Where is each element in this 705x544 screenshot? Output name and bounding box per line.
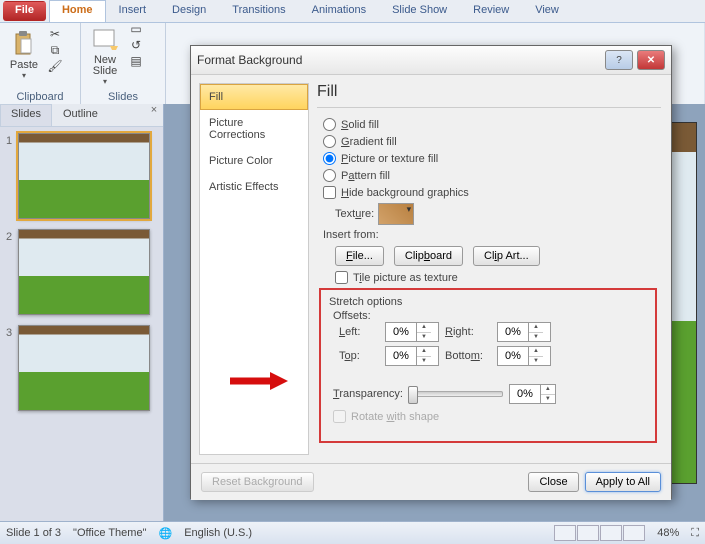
group-slides-label: Slides [85,89,161,103]
insert-from-label: Insert from: [323,229,661,241]
tab-slideshow[interactable]: Slide Show [379,0,460,22]
transparency-value[interactable]: ▲▼ [509,384,556,404]
texture-label: Texture: [335,208,374,220]
section-heading: Fill [317,83,661,108]
opt-pattern-fill[interactable]: Pattern fill [323,169,661,182]
tab-view[interactable]: View [522,0,572,22]
opt-tile[interactable]: Tile picture as texture [335,271,661,284]
section-icon[interactable]: ▤ [128,54,144,68]
offset-bottom[interactable]: ▲▼ [497,346,551,366]
tab-home[interactable]: Home [49,0,106,22]
status-theme: "Office Theme" [73,527,146,539]
fit-icon[interactable]: ⛶ [691,527,699,540]
status-slide: Slide 1 of 3 [6,527,61,539]
nav-slides[interactable]: Slides [0,104,52,126]
help-button[interactable]: ? [605,50,633,70]
transparency-slider[interactable] [409,391,503,397]
cat-artistic-effects[interactable]: Artistic Effects [200,174,308,200]
offsets-label: Offsets: [333,310,647,322]
cat-picture-color[interactable]: Picture Color [200,148,308,174]
opt-hide-bg[interactable]: Hide background graphics [323,186,661,199]
opt-solid-fill[interactable]: SSolid fillolid fill [323,118,661,131]
offset-right[interactable]: ▲▼ [497,322,551,342]
opt-rotate-with-shape: Rotate with shape [333,410,647,423]
offset-left[interactable]: ▲▼ [385,322,439,342]
status-lang-icon: 🌐 [158,527,172,540]
group-clipboard-label: Clipboard [4,89,76,103]
format-background-dialog: Format Background ? ✕ Fill Picture Corre… [190,45,672,499]
tab-animations[interactable]: Animations [299,0,379,22]
new-slide-button[interactable]: New Slide [85,20,125,89]
tab-transitions[interactable]: Transitions [219,0,298,22]
slide-thumb-3[interactable]: 3 [6,325,157,411]
offset-top[interactable]: ▲▼ [385,346,439,366]
layout-icon[interactable]: ▭ [128,22,144,36]
status-lang: English (U.S.) [184,527,252,539]
stretch-options-highlight: Stretch options Offsets: Left: ▲▼ Right:… [319,288,657,443]
view-buttons[interactable] [554,525,645,541]
texture-picker[interactable] [378,203,414,225]
tab-review[interactable]: Review [460,0,522,22]
reset-background-button: Reset Background [201,472,314,492]
reset-icon[interactable]: ↺ [128,38,144,52]
tab-file[interactable]: File [3,1,46,21]
insert-file-button[interactable]: File... [335,246,384,266]
status-bar: Slide 1 of 3 "Office Theme" 🌐 English (U… [0,521,705,544]
copy-icon[interactable]: ⧉ [47,43,63,57]
stretch-legend: Stretch options [329,296,647,308]
close-dialog-button[interactable]: Close [528,472,578,492]
tab-insert[interactable]: Insert [106,0,160,22]
annotation-arrow-icon [228,370,288,392]
dialog-categories: Fill Picture Corrections Picture Color A… [199,83,309,455]
format-painter-icon[interactable]: 🖌 [47,59,63,73]
status-zoom: 48% [657,527,679,539]
insert-clipboard-button[interactable]: Clipboard [394,246,463,266]
insert-clipart-button[interactable]: Clip Art... [473,246,540,266]
opt-gradient-fill[interactable]: Gradient fill [323,135,661,148]
opt-picture-texture-fill[interactable]: Picture or texture fill [323,152,661,165]
new-slide-icon [89,23,121,55]
cut-icon[interactable]: ✂ [47,27,63,41]
apply-to-all-button[interactable]: Apply to All [585,472,661,492]
slides-panel: Slides Outline × 1 2 3 [0,104,164,522]
paste-button[interactable]: Paste [4,25,44,83]
slide-thumb-2[interactable]: 2 [6,229,157,315]
cat-fill[interactable]: Fill [200,84,308,110]
cat-picture-corrections[interactable]: Picture Corrections [200,110,308,148]
nav-outline[interactable]: Outline [52,104,109,126]
slide-thumb-1[interactable]: 1 [6,133,157,219]
dialog-title: Format Background [197,53,601,67]
close-panel-icon[interactable]: × [145,104,163,126]
clipboard-icon [8,28,40,60]
close-button[interactable]: ✕ [637,50,665,70]
tab-design[interactable]: Design [159,0,219,22]
